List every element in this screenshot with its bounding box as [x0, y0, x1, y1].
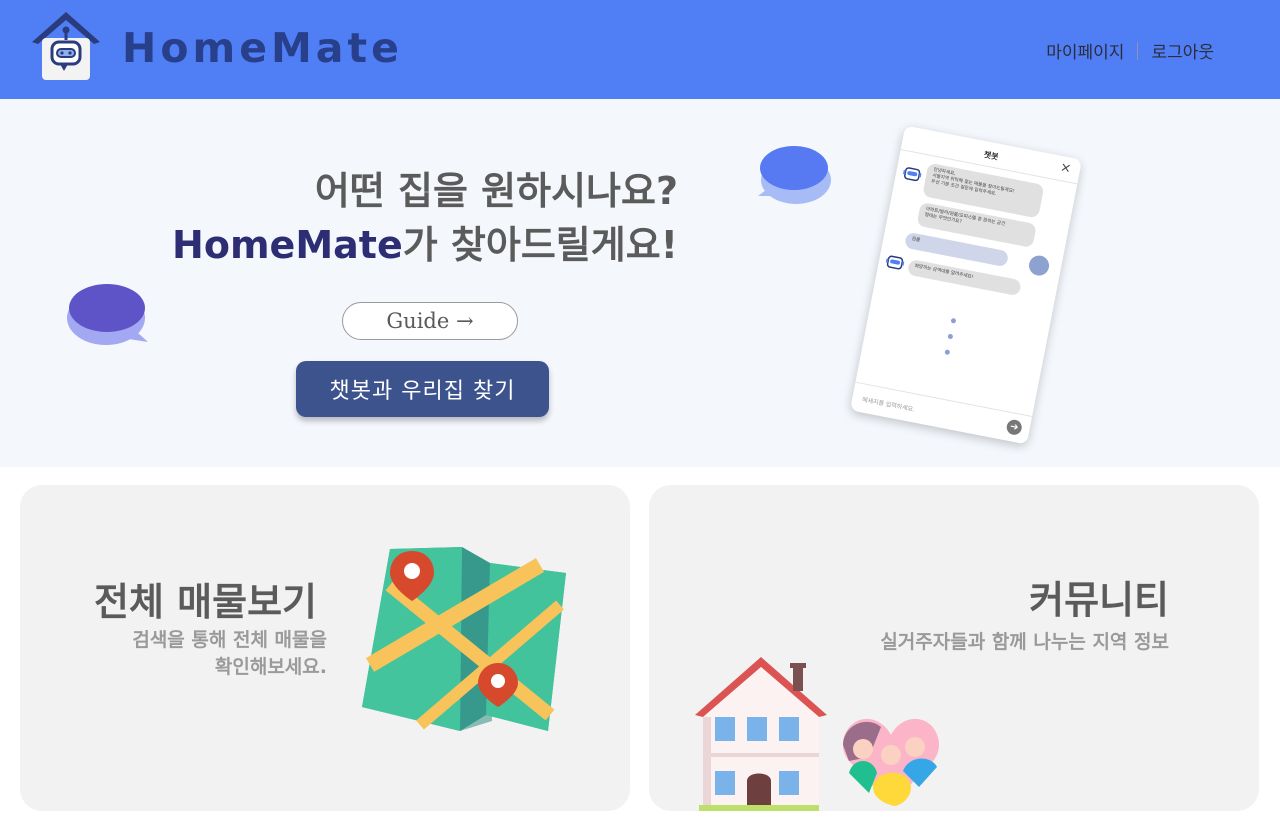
hero-headline: 어떤 집을 원하시나요?	[314, 169, 678, 213]
chat-input-placeholder: 메세지를 입력하세요.	[861, 396, 916, 414]
all-listings-subtitle: 검색을 통해 전체 매물을 확인해보세요.	[132, 629, 327, 678]
map-with-pins-icon	[362, 547, 566, 731]
guide-button[interactable]: Guide →	[342, 302, 518, 340]
community-subtitle: 실거주자들과 함께 나누는 지역 정보	[880, 631, 1169, 653]
all-listings-title: 전체 매물보기	[94, 580, 317, 624]
hero-subheadline-text: 가 찾아드릴게요!	[402, 223, 678, 267]
speech-bubble-icon	[64, 278, 150, 350]
typing-dot	[944, 349, 951, 356]
house-icon	[695, 657, 827, 811]
hero-section	[0, 99, 1280, 467]
hero-subheadline: HomeMate가 찾아드릴게요!	[172, 220, 678, 270]
chatbot-search-button[interactable]: 챗봇과 우리집 찾기	[296, 361, 549, 417]
heart-people-icon	[842, 718, 940, 807]
top-nav: 마이페이지 로그아웃	[1046, 38, 1214, 63]
robot-avatar-icon	[903, 167, 922, 182]
hero-brand-text: HomeMate	[172, 223, 403, 267]
logout-link[interactable]: 로그아웃	[1151, 38, 1214, 63]
header: HomeMate 마이페이지 로그아웃	[0, 0, 1280, 99]
user-avatar-icon	[1027, 253, 1051, 278]
send-arrow-icon: ➔	[1005, 418, 1024, 437]
all-listings-card[interactable]: 전체 매물보기 검색을 통해 전체 매물을 확인해보세요.	[20, 485, 630, 811]
robot-house-icon[interactable]	[30, 8, 102, 84]
robot-avatar-icon	[885, 255, 905, 270]
speech-bubble-icon	[756, 140, 836, 208]
typing-dot	[950, 317, 957, 324]
nav-divider	[1137, 41, 1139, 60]
brand-logo-text[interactable]: HomeMate	[122, 22, 403, 74]
mypage-link[interactable]: 마이페이지	[1046, 38, 1124, 63]
community-title: 커뮤니티	[1029, 578, 1169, 622]
community-card[interactable]: 커뮤니티 실거주자들과 함께 나누는 지역 정보	[649, 485, 1259, 811]
typing-dot	[947, 333, 954, 340]
